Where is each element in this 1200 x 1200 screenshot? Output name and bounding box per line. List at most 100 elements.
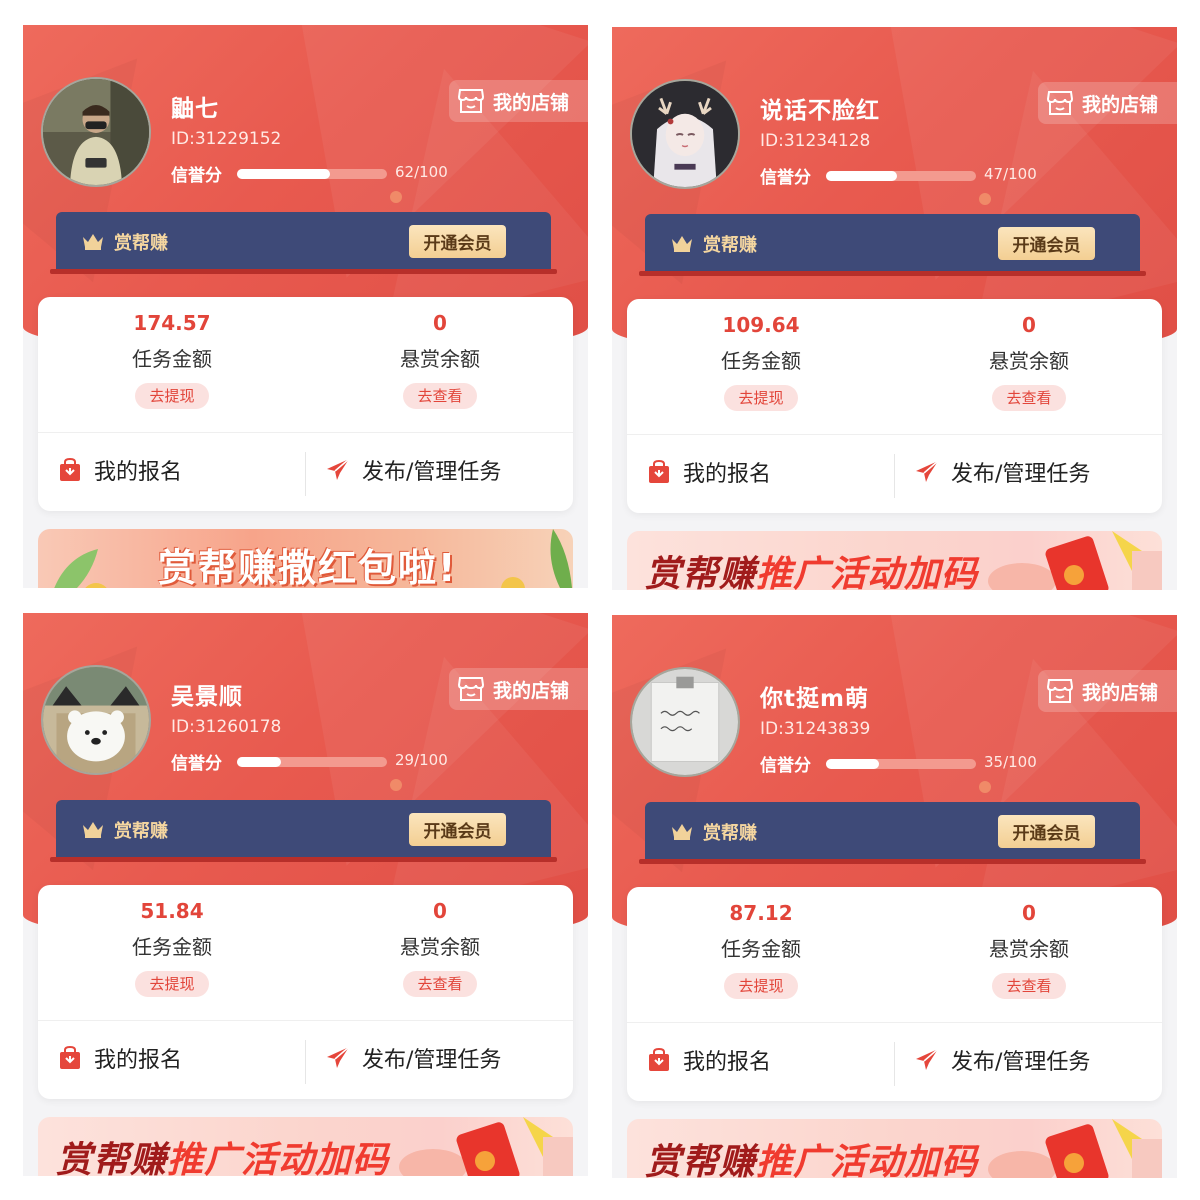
- publish-manage-task-button[interactable]: 发布/管理任务: [326, 454, 501, 486]
- promo-banner[interactable]: 赏帮赚推广活动加码: [38, 1117, 573, 1176]
- credit-score-fill: [237, 169, 330, 179]
- my-store-label: 我的店铺: [493, 91, 570, 114]
- promo-banner[interactable]: 赏帮赚撒红包啦!: [38, 529, 573, 588]
- paper-plane-icon: [916, 1048, 939, 1070]
- credit-score-fill: [826, 759, 879, 769]
- view-button[interactable]: 去查看: [992, 385, 1066, 411]
- promo-title-brand: 赏帮赚: [56, 1140, 168, 1176]
- task-amount-value: 51.84: [140, 899, 204, 923]
- reward-balance-section: 0 悬赏余额 去查看: [340, 309, 540, 409]
- crown-icon: [672, 236, 692, 252]
- red-envelope-decoration-icon: [399, 1117, 573, 1176]
- my-store-button[interactable]: 我的店铺: [449, 668, 588, 710]
- vip-banner[interactable]: 赏帮赚 开通会员: [50, 212, 557, 274]
- task-amount-label: 任务金额: [132, 347, 212, 371]
- divider: [38, 1020, 573, 1021]
- vip-banner[interactable]: 赏帮赚 开通会员: [50, 800, 557, 862]
- decorative-dot: [979, 193, 991, 205]
- divider: [305, 452, 306, 496]
- publish-manage-task-label: 发布/管理任务: [951, 462, 1091, 487]
- task-amount-label: 任务金额: [132, 935, 212, 959]
- avatar[interactable]: [630, 667, 740, 777]
- open-membership-button[interactable]: 开通会员: [409, 813, 506, 846]
- vip-title: 赏帮赚: [703, 823, 757, 844]
- task-amount-section: 87.12 任务金额 去提现: [661, 899, 861, 999]
- shopping-bag-icon: [649, 1048, 669, 1071]
- my-signup-button[interactable]: 我的报名: [58, 1042, 182, 1074]
- credit-score-bar: [237, 757, 387, 767]
- view-button[interactable]: 去查看: [403, 383, 477, 409]
- withdraw-button[interactable]: 去提现: [135, 383, 209, 409]
- withdraw-button[interactable]: 去提现: [724, 385, 798, 411]
- divider: [894, 454, 895, 498]
- task-amount-section: 174.57 任务金额 去提现: [72, 309, 272, 409]
- credit-score-label: 信誉分: [760, 168, 811, 188]
- red-envelope-decoration-icon: [988, 1119, 1162, 1178]
- avatar[interactable]: [41, 77, 151, 187]
- profile-panel: 说话不脸红 ID:31234128 信誉分 47/100 我的店铺 赏帮赚 开通…: [612, 27, 1177, 590]
- publish-manage-task-button[interactable]: 发布/管理任务: [915, 1044, 1090, 1076]
- my-signup-button[interactable]: 我的报名: [647, 456, 771, 488]
- credit-score-value: 35/100: [984, 753, 1037, 771]
- reward-balance-label: 悬赏余额: [989, 937, 1069, 961]
- my-store-button[interactable]: 我的店铺: [449, 80, 588, 122]
- decorative-dot: [390, 191, 402, 203]
- paper-plane-icon: [327, 458, 350, 480]
- my-signup-button[interactable]: 我的报名: [58, 454, 182, 486]
- my-signup-button[interactable]: 我的报名: [647, 1044, 771, 1076]
- reward-balance-value: 0: [1022, 313, 1036, 337]
- promo-banner[interactable]: 赏帮赚推广活动加码: [627, 1119, 1162, 1178]
- username: 说话不脸红: [760, 98, 880, 124]
- task-amount-section: 51.84 任务金额 去提现: [72, 897, 272, 997]
- credit-score-fill: [826, 171, 897, 181]
- avatar[interactable]: [630, 79, 740, 189]
- credit-score-label: 信誉分: [760, 756, 811, 776]
- my-store-button[interactable]: 我的店铺: [1038, 82, 1177, 124]
- reward-balance-value: 0: [1022, 901, 1036, 925]
- view-button[interactable]: 去查看: [992, 973, 1066, 999]
- promo-title-event: 推广活动加码: [756, 554, 979, 590]
- promo-title-event: 推广活动加码: [756, 1142, 979, 1178]
- vip-banner[interactable]: 赏帮赚 开通会员: [639, 214, 1146, 276]
- decorative-dot: [390, 779, 402, 791]
- profile-panel: 鼬七 ID:31229152 信誉分 62/100 我的店铺 赏帮赚 开通会员: [23, 25, 588, 588]
- credit-score-value: 62/100: [395, 163, 448, 181]
- my-store-button[interactable]: 我的店铺: [1038, 670, 1177, 712]
- credit-score-bar: [826, 171, 976, 181]
- crown-icon: [672, 824, 692, 840]
- task-amount-section: 109.64 任务金额 去提现: [661, 311, 861, 411]
- withdraw-button[interactable]: 去提现: [135, 971, 209, 997]
- publish-manage-task-button[interactable]: 发布/管理任务: [326, 1042, 501, 1074]
- publish-manage-task-button[interactable]: 发布/管理任务: [915, 456, 1090, 488]
- publish-manage-task-label: 发布/管理任务: [362, 1048, 502, 1073]
- paper-plane-icon: [327, 1046, 350, 1068]
- my-signup-label: 我的报名: [94, 1048, 183, 1073]
- store-icon: [457, 677, 485, 701]
- my-signup-label: 我的报名: [94, 460, 183, 485]
- credit-score-label: 信誉分: [171, 754, 222, 774]
- divider: [894, 1042, 895, 1086]
- red-envelope-decoration-icon: [988, 531, 1162, 590]
- leaf-decoration-icon: [501, 529, 572, 588]
- open-membership-button[interactable]: 开通会员: [998, 815, 1095, 848]
- divider: [627, 1022, 1162, 1023]
- my-store-label: 我的店铺: [1082, 681, 1159, 704]
- reward-balance-label: 悬赏余额: [989, 349, 1069, 373]
- withdraw-button[interactable]: 去提现: [724, 973, 798, 999]
- promo-banner[interactable]: 赏帮赚推广活动加码: [627, 531, 1162, 590]
- vip-banner[interactable]: 赏帮赚 开通会员: [639, 802, 1146, 864]
- publish-manage-task-label: 发布/管理任务: [951, 1050, 1091, 1075]
- crown-icon: [83, 234, 103, 250]
- open-membership-button[interactable]: 开通会员: [998, 227, 1095, 260]
- task-amount-value: 174.57: [133, 311, 211, 335]
- open-membership-button[interactable]: 开通会员: [409, 225, 506, 258]
- avatar[interactable]: [41, 665, 151, 775]
- promo-title-brand: 赏帮赚: [645, 554, 757, 590]
- vip-title: 赏帮赚: [703, 235, 757, 256]
- crown-icon: [83, 822, 103, 838]
- username: 吴景顺: [171, 684, 243, 710]
- task-amount-value: 109.64: [722, 313, 800, 337]
- credit-score-bar: [826, 759, 976, 769]
- view-button[interactable]: 去查看: [403, 971, 477, 997]
- divider: [305, 1040, 306, 1084]
